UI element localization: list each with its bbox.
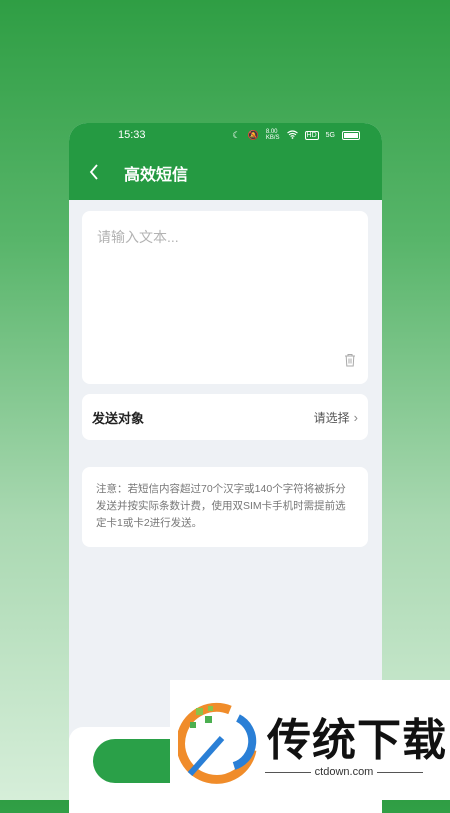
- logo-icon: [176, 700, 258, 795]
- status-speed: 8.00 KB/S: [265, 129, 280, 141]
- page-title: 高效短信: [124, 167, 189, 184]
- notice-card: 注意：若短信内容超过70个汉字或140个字符将被拆分发送并按实际条数计费，使用双…: [82, 467, 368, 547]
- watermark: 传统下载 ctdown.com: [170, 680, 450, 800]
- nav-bar: 高效短信: [69, 153, 382, 193]
- watermark-url: ctdown.com: [314, 766, 374, 778]
- battery-icon: [342, 130, 360, 140]
- hd-badge: HD: [304, 130, 319, 140]
- message-input[interactable]: [95, 225, 359, 349]
- chevron-right-icon: ›: [353, 409, 358, 425]
- signal-label: 5G: [325, 131, 335, 139]
- send-target-row[interactable]: 发送对象 请选择 ›: [82, 394, 368, 440]
- send-target-label: 发送对象: [92, 410, 145, 426]
- divider: [377, 771, 424, 773]
- divider: [265, 771, 311, 773]
- mute-icon: 🔕: [247, 129, 259, 140]
- back-chevron-icon[interactable]: [89, 162, 107, 184]
- moon-icon: ☾: [232, 129, 241, 140]
- status-bar: 15:33 ☾ 🔕 8.00 KB/S HD 5G: [69, 123, 382, 147]
- header-bar: 15:33 ☾ 🔕 8.00 KB/S HD 5G 高效短信: [69, 123, 382, 200]
- status-icons: ☾ 🔕 8.00 KB/S HD 5G: [233, 129, 360, 141]
- send-target-value: 请选择: [313, 410, 350, 425]
- notice-text: 注意：若短信内容超过70个汉字或140个字符将被拆分发送并按实际条数计费，使用双…: [96, 483, 346, 529]
- status-time: 15:33: [118, 129, 146, 141]
- watermark-title: 传统下载: [267, 716, 447, 765]
- wifi-icon: [286, 129, 298, 141]
- trash-icon[interactable]: [344, 353, 356, 372]
- watermark-url-row: ctdown.com: [265, 766, 424, 778]
- message-card: [82, 211, 368, 384]
